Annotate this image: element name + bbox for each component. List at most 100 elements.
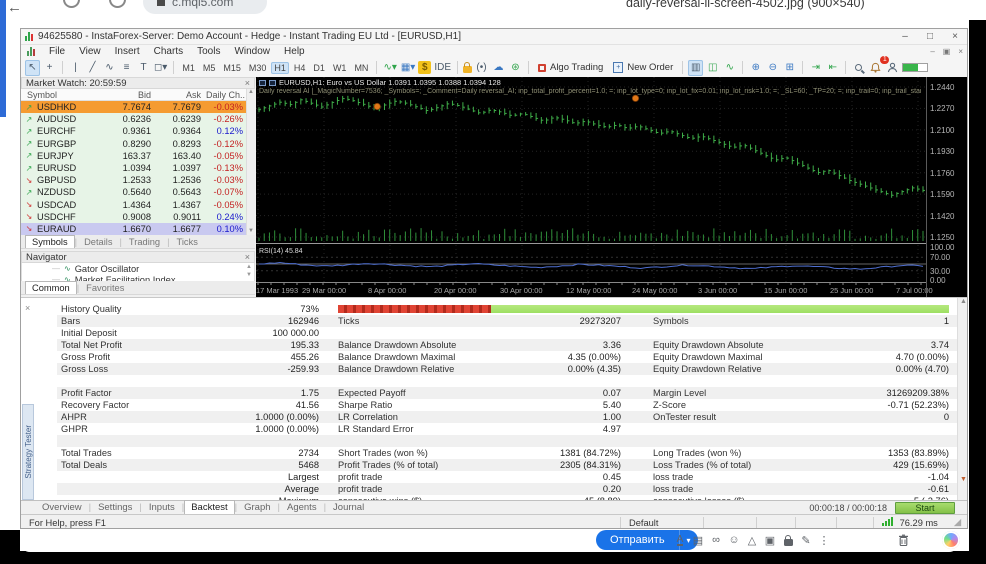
zoom-in-icon[interactable]: ⊕ bbox=[748, 60, 763, 76]
timeframe-h1[interactable]: H1 bbox=[271, 61, 289, 74]
menu-item-insert[interactable]: Insert bbox=[115, 46, 140, 57]
ide-button[interactable]: IDE bbox=[433, 60, 452, 76]
market-watch-header[interactable]: Symbol Bid Ask Daily Ch.. bbox=[21, 89, 255, 101]
broadcast-icon[interactable]: (•) bbox=[474, 60, 489, 76]
crosshair-tool-icon[interactable]: + bbox=[42, 60, 57, 76]
resize-grip-icon[interactable]: ◢ bbox=[946, 517, 967, 528]
minimize-icon[interactable]: – bbox=[895, 31, 915, 42]
tester-tab-graph[interactable]: Graph bbox=[237, 500, 277, 514]
tester-tab-overview[interactable]: Overview bbox=[35, 500, 89, 514]
tester-close-icon[interactable]: × bbox=[25, 303, 30, 313]
tester-tab-settings[interactable]: Settings bbox=[91, 500, 139, 514]
menu-item-help[interactable]: Help bbox=[284, 46, 305, 57]
insert-photo-icon[interactable]: ▣ bbox=[762, 532, 778, 548]
connection-status[interactable]: 76.29 ms bbox=[874, 517, 946, 528]
timeframe-m15[interactable]: M15 bbox=[220, 62, 244, 74]
market-watch-row-audusd[interactable]: ↗ AUDUSD 0.6236 0.6239 -0.26% bbox=[21, 113, 255, 126]
drive-icon[interactable]: △ bbox=[744, 532, 760, 548]
lock-icon[interactable] bbox=[462, 62, 472, 73]
market-watch-scrollbar[interactable]: ▲ ▼ bbox=[246, 89, 255, 235]
more-icon[interactable]: ⋮ bbox=[816, 532, 832, 548]
timeframe-h4[interactable]: H4 bbox=[291, 62, 309, 74]
column-header-bid[interactable]: Bid bbox=[99, 90, 151, 100]
navigator-item-0[interactable]: — ∿ Gator Oscillator bbox=[22, 263, 254, 274]
polyline-tool-icon[interactable]: ∿ bbox=[102, 60, 117, 76]
objects-dropdown-icon[interactable]: ▦▾ bbox=[400, 60, 416, 76]
market-watch-row-gbpusd[interactable]: ↘ GBPUSD 1.2533 1.2536 -0.03% bbox=[21, 174, 255, 187]
strategy-tester-side-tab[interactable]: Strategy Tester bbox=[22, 404, 34, 500]
market-watch-tab-trading[interactable]: Trading bbox=[122, 235, 167, 248]
maximize-icon[interactable]: □ bbox=[920, 31, 940, 42]
chart-shift-icon[interactable]: ⇥ bbox=[808, 60, 823, 76]
menu-item-file[interactable]: File bbox=[49, 46, 65, 57]
zoom-out-icon[interactable]: ⊖ bbox=[765, 60, 780, 76]
menu-item-view[interactable]: View bbox=[79, 46, 101, 57]
emoji-icon[interactable]: ☺ bbox=[726, 532, 742, 548]
shapes-dropdown-icon[interactable]: ◻▾ bbox=[153, 60, 168, 76]
timeframe-w1[interactable]: W1 bbox=[330, 62, 350, 74]
market-watch-row-nzdusd[interactable]: ↗ NZDUSD 0.5640 0.5643 -0.07% bbox=[21, 186, 255, 199]
mdi-window-controls[interactable]: – ▣ × bbox=[930, 47, 963, 56]
signature-icon[interactable]: ✎ bbox=[798, 532, 814, 548]
market-watch-row-eurusd[interactable]: ↗ EURUSD 1.0394 1.0397 -0.13% bbox=[21, 161, 255, 175]
cursor-tool-icon[interactable]: ↖ bbox=[25, 59, 40, 76]
cloud-icon[interactable]: ☁ bbox=[491, 60, 506, 76]
timeframe-m30[interactable]: M30 bbox=[246, 62, 270, 74]
confidential-icon[interactable] bbox=[780, 532, 796, 548]
market-watch-row-eurjpy[interactable]: ↗ EURJPY 163.37 163.40 -0.05% bbox=[21, 149, 255, 162]
column-header-dailych[interactable]: Daily Ch.. bbox=[201, 90, 245, 100]
navigator-close-icon[interactable]: × bbox=[245, 252, 250, 262]
market-watch-tab-details[interactable]: Details bbox=[77, 235, 119, 248]
send-button-label[interactable]: Отправить bbox=[596, 530, 679, 550]
notifications-icon[interactable]: 1 bbox=[868, 55, 890, 76]
navigator-item-1[interactable]: — ∿ Market Facilitation Index bbox=[22, 274, 254, 282]
tester-scrollbar[interactable]: ▲ ▼ bbox=[957, 298, 967, 500]
channel-tool-icon[interactable]: ≡ bbox=[119, 60, 134, 76]
text-tool-icon[interactable]: T bbox=[136, 60, 151, 76]
back-icon[interactable]: ← bbox=[7, 0, 22, 16]
algo-trading-button[interactable]: Algo Trading bbox=[534, 60, 607, 76]
discard-draft-trash-icon[interactable] bbox=[895, 532, 911, 548]
market-watch-tab-symbols[interactable]: Symbols bbox=[25, 235, 75, 248]
auto-scroll-icon[interactable]: ⇤ bbox=[825, 60, 840, 76]
menu-item-charts[interactable]: Charts bbox=[154, 46, 183, 57]
globe-icon[interactable]: ⊛ bbox=[508, 60, 523, 76]
candle-chart-mode-icon[interactable]: ◫ bbox=[705, 60, 720, 76]
start-button[interactable]: Start bbox=[895, 501, 955, 514]
link-icon[interactable]: ∞ bbox=[708, 532, 724, 548]
chart-area[interactable]: EURUSD,H1: Euro vs US Dollar 1.0391 1.03… bbox=[256, 77, 967, 297]
indicators-dropdown-icon[interactable]: ∿▾ bbox=[382, 60, 397, 76]
navigator-scroll-arrows[interactable]: ▲ ▼ bbox=[246, 263, 252, 279]
market-watch-row-euraud[interactable]: ↘ EURAUD 1.6670 1.6677 0.10% bbox=[21, 222, 255, 236]
timeframe-m5[interactable]: M5 bbox=[200, 62, 219, 74]
timeframe-m1[interactable]: M1 bbox=[179, 62, 198, 74]
refresh-icon[interactable] bbox=[109, 0, 126, 8]
vertical-line-tool-icon[interactable]: | bbox=[68, 60, 83, 76]
market-watch-row-eurchf[interactable]: ↗ EURCHF 0.9361 0.9364 0.12% bbox=[21, 125, 255, 138]
profile-selector[interactable]: Default bbox=[621, 518, 703, 528]
menu-item-window[interactable]: Window bbox=[234, 46, 270, 57]
timeframe-mn[interactable]: MN bbox=[351, 62, 371, 74]
market-watch-close-icon[interactable]: × bbox=[245, 78, 250, 88]
line-chart-mode-icon[interactable]: ∿ bbox=[722, 60, 737, 76]
menu-item-tools[interactable]: Tools bbox=[197, 46, 220, 57]
new-order-button[interactable]: + New Order bbox=[609, 60, 677, 76]
navigator-tab-favorites[interactable]: Favorites bbox=[79, 281, 131, 294]
market-watch-row-usdcad[interactable]: ↘ USDCAD 1.4364 1.4367 -0.05% bbox=[21, 198, 255, 211]
tester-tab-journal[interactable]: Journal bbox=[326, 500, 371, 514]
column-header-ask[interactable]: Ask bbox=[151, 90, 201, 100]
attach-icon[interactable]: ▤ bbox=[690, 532, 706, 548]
chart-plot[interactable] bbox=[256, 77, 926, 297]
tester-tab-inputs[interactable]: Inputs bbox=[142, 500, 182, 514]
close-icon[interactable]: × bbox=[945, 31, 965, 42]
navigator-tab-common[interactable]: Common bbox=[25, 281, 77, 294]
grid-icon[interactable]: ⊞ bbox=[782, 60, 797, 76]
tester-tab-backtest[interactable]: Backtest bbox=[184, 500, 235, 514]
timeframe-d1[interactable]: D1 bbox=[310, 62, 328, 74]
market-watch-row-eurgbp[interactable]: ↗ EURGBP 0.8290 0.8293 -0.12% bbox=[21, 137, 255, 150]
search-icon[interactable] bbox=[851, 60, 866, 76]
assistant-orb-icon[interactable] bbox=[942, 531, 960, 549]
trendline-tool-icon[interactable]: ╱ bbox=[85, 60, 100, 76]
url-pill[interactable]: c.mql5.com bbox=[143, 0, 267, 14]
extension-icon[interactable] bbox=[63, 0, 80, 8]
